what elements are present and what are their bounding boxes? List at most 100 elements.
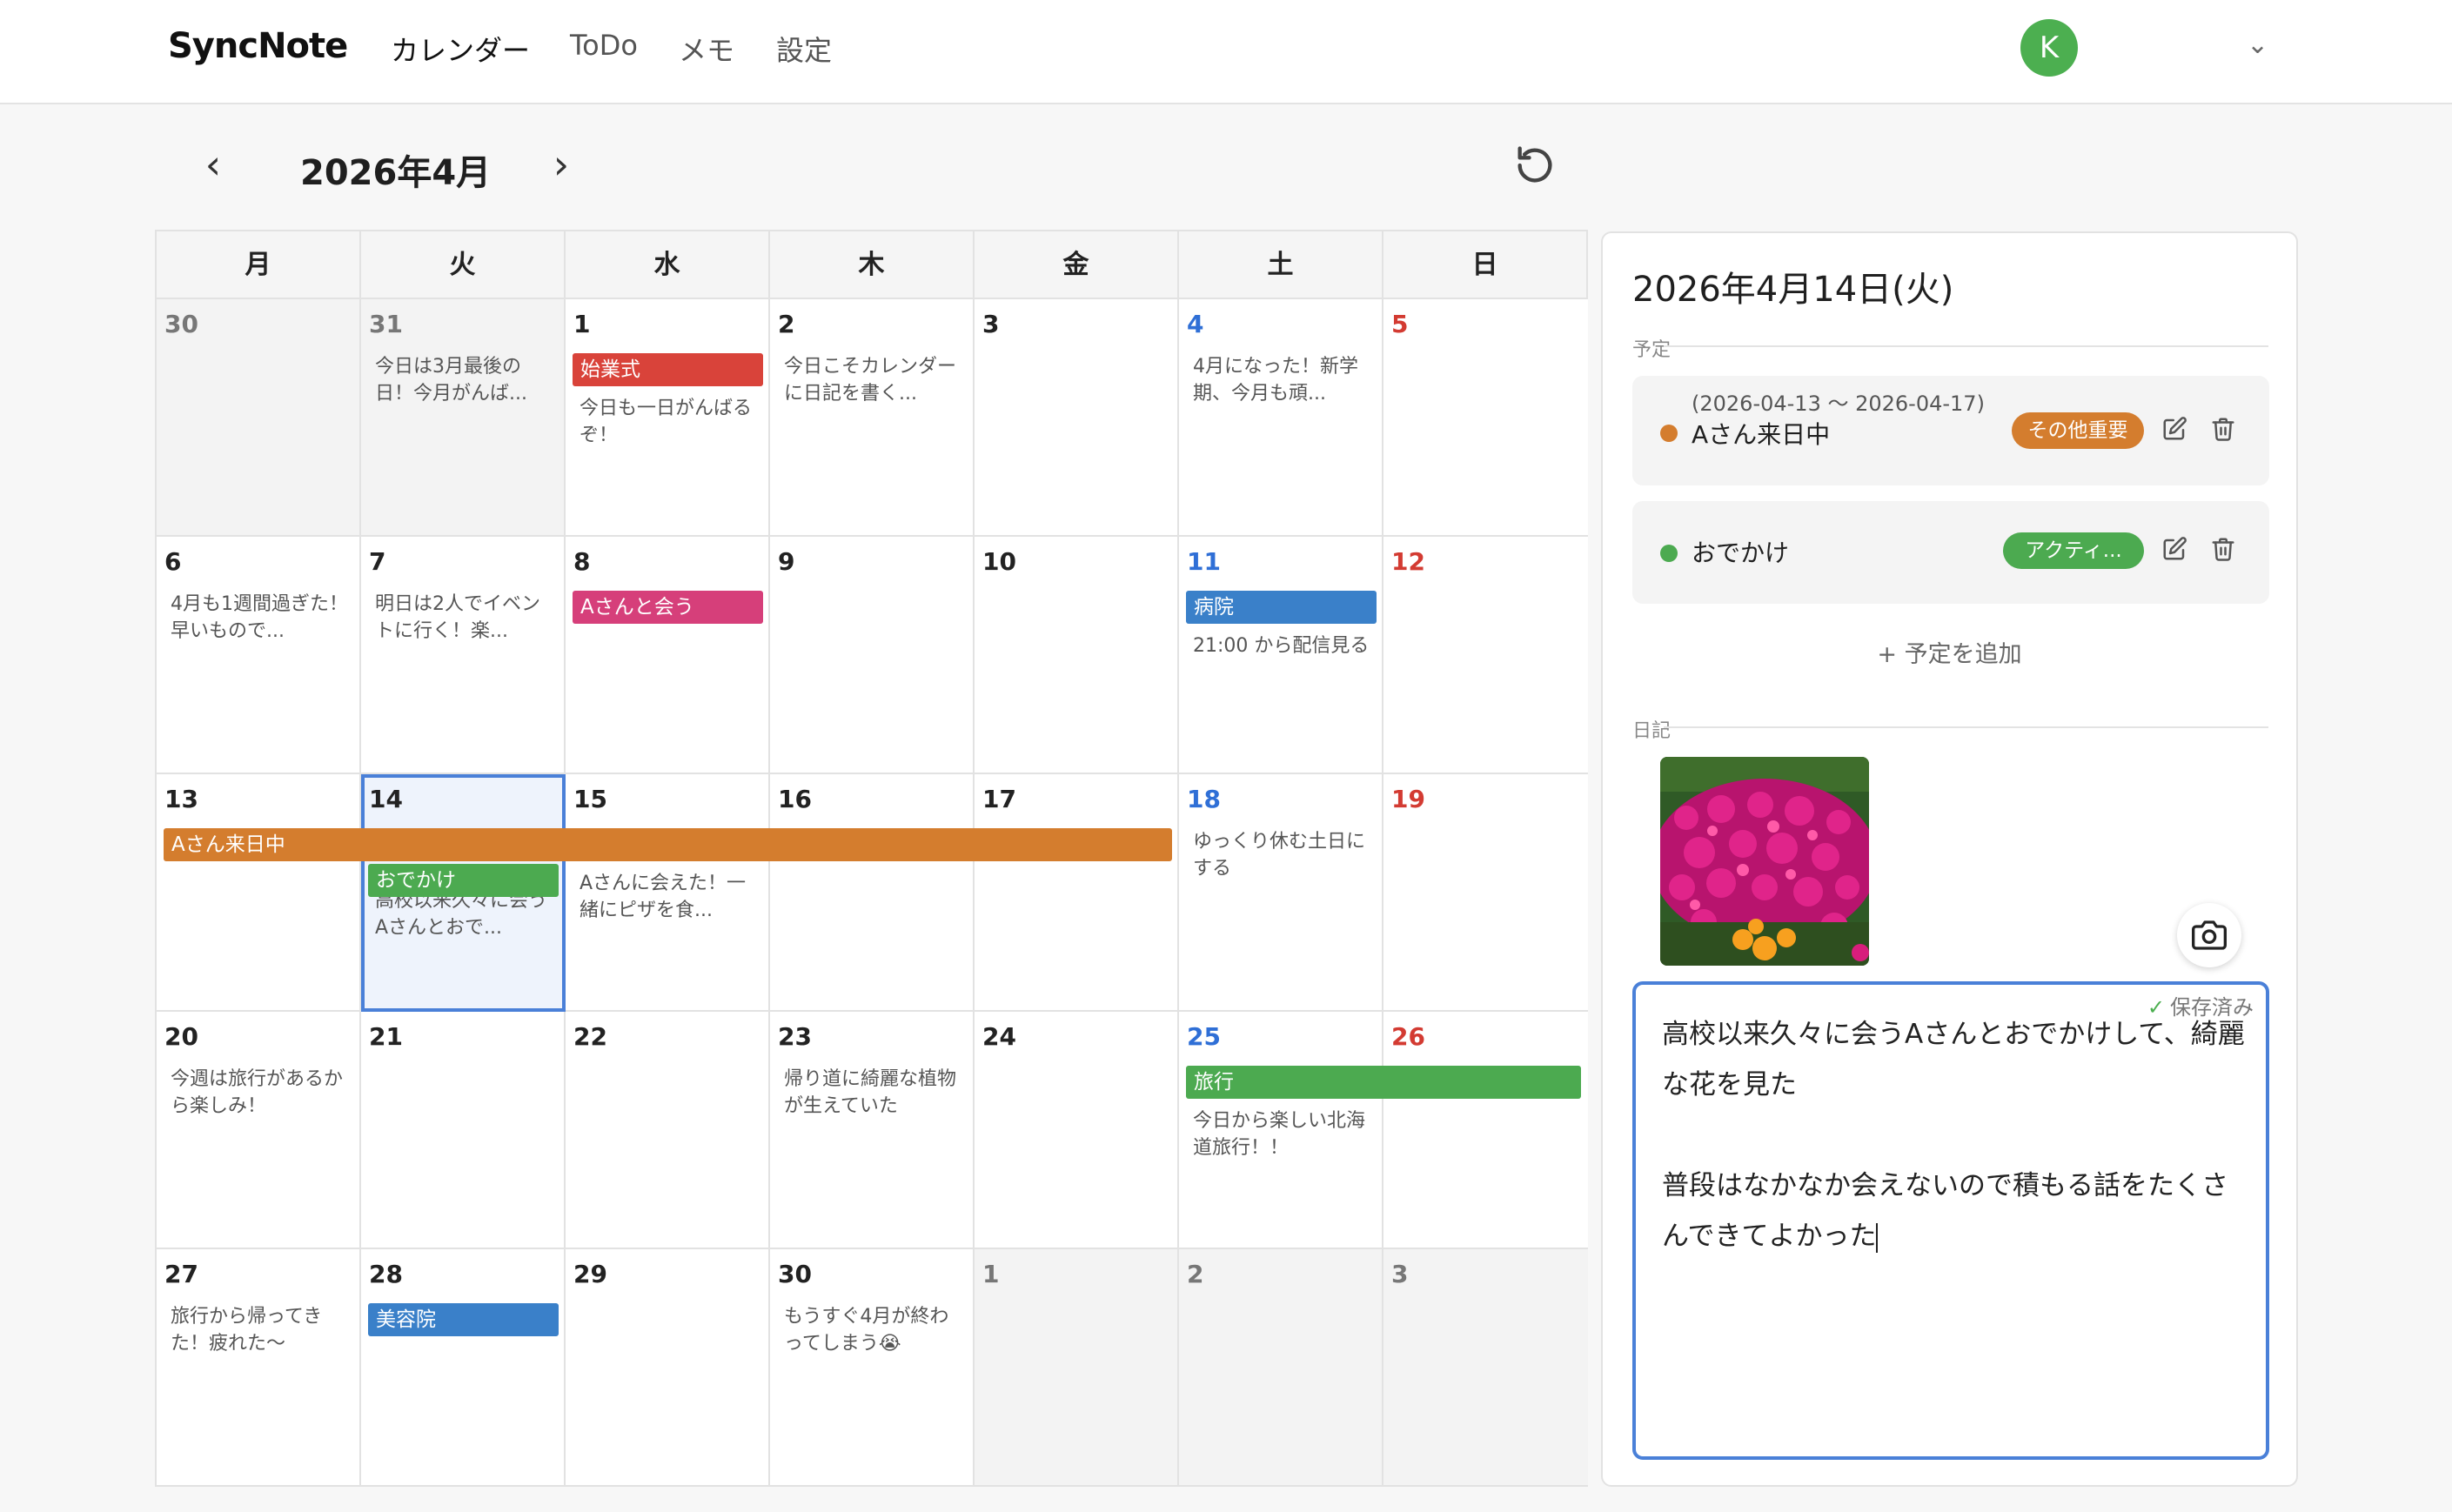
- day-cell[interactable]: 18 ゆっくり休む土日にする: [1179, 774, 1383, 1012]
- day-cell[interactable]: 20 今週は旅行があるから楽しみ！: [157, 1012, 361, 1249]
- day-number: 21: [369, 1022, 403, 1051]
- nav-todo[interactable]: ToDo: [570, 29, 638, 62]
- day-number: 7: [369, 547, 386, 576]
- diary-preview: 帰り道に綺麗な植物が生えていた: [784, 1068, 957, 1117]
- day-cell[interactable]: 1: [975, 1249, 1179, 1487]
- trash-icon[interactable]: [2210, 416, 2240, 445]
- day-cell[interactable]: 24: [975, 1012, 1179, 1249]
- calendar-grid: 月火水木金土日 30 31 今日は3月最後の日！今月がんば... 1 今日も一日がんばるぞ…: [155, 230, 1588, 1487]
- diary-preview: 今日から楽しい北海道旅行！！: [1193, 1110, 1366, 1159]
- day-number: 1: [573, 310, 591, 338]
- nav-memo[interactable]: メモ: [679, 29, 734, 69]
- day-number: 15: [573, 785, 607, 813]
- text-caret: [1876, 1222, 1879, 1253]
- day-number: 3: [982, 310, 1000, 338]
- day-cell[interactable]: 15 Aさんに会えた！一緒にピザを食...: [566, 774, 770, 1012]
- day-cell[interactable]: 19: [1383, 774, 1588, 1012]
- weekday-header: 火: [361, 231, 566, 299]
- calendar-event[interactable]: 旅行: [1186, 1066, 1581, 1099]
- day-number: 3: [1391, 1260, 1409, 1288]
- day-number: 6: [164, 547, 182, 576]
- day-cell[interactable]: 26: [1383, 1012, 1588, 1249]
- diary-photo[interactable]: [1660, 757, 1869, 966]
- calendar-event[interactable]: 美容院: [368, 1303, 559, 1336]
- day-cell[interactable]: 17: [975, 774, 1179, 1012]
- chevron-down-icon[interactable]: ⌄: [2247, 30, 2268, 60]
- diary-preview: 旅行から帰ってきた！疲れた〜: [171, 1306, 323, 1355]
- day-cell[interactable]: 13: [157, 774, 361, 1012]
- day-cell[interactable]: 23 帰り道に綺麗な植物が生えていた: [770, 1012, 975, 1249]
- day-cell[interactable]: 31 今日は3月最後の日！今月がんば...: [361, 299, 566, 537]
- day-cell[interactable]: 29: [566, 1249, 770, 1487]
- calendar-event[interactable]: Aさんと会う: [573, 591, 763, 624]
- diary-text-content: 高校以来久々に会うAさんとおでかけして、綺麗な花を見た 普段はなかなか会えないの…: [1662, 1019, 2245, 1252]
- brand-logo[interactable]: SyncNote: [168, 26, 348, 66]
- weekday-header: 水: [566, 231, 770, 299]
- diary-preview: 今日こそカレンダーに日記を書く...: [784, 356, 957, 405]
- day-cell[interactable]: 21: [361, 1012, 566, 1249]
- day-cell[interactable]: 8: [566, 537, 770, 774]
- day-number: 12: [1391, 547, 1425, 576]
- edit-icon[interactable]: [2161, 416, 2191, 445]
- day-cell[interactable]: 30: [157, 299, 361, 537]
- day-detail-panel: 2026年4月14日(火) 予定 (2026-04-13 〜 2026-04-1…: [1601, 231, 2298, 1487]
- day-cell[interactable]: 2: [1179, 1249, 1383, 1487]
- day-cell[interactable]: 3: [975, 299, 1179, 537]
- day-cell[interactable]: 9: [770, 537, 975, 774]
- day-cell[interactable]: 27 旅行から帰ってきた！疲れた〜: [157, 1249, 361, 1487]
- day-number: 1: [982, 1260, 1000, 1288]
- divider: [1664, 726, 2268, 728]
- day-cell[interactable]: 25 今日から楽しい北海道旅行！！: [1179, 1012, 1383, 1249]
- weekday-header: 日: [1383, 231, 1588, 299]
- day-cell[interactable]: 12: [1383, 537, 1588, 774]
- calendar-event[interactable]: 病院: [1186, 591, 1377, 624]
- day-number: 30: [778, 1260, 812, 1288]
- day-cell[interactable]: 28: [361, 1249, 566, 1487]
- day-number: 5: [1391, 310, 1409, 338]
- day-number: 19: [1391, 785, 1425, 813]
- day-cell[interactable]: 3: [1383, 1249, 1588, 1487]
- event-card[interactable]: (2026-04-13 〜 2026-04-17) Aさん来日中 その他重要: [1632, 376, 2269, 485]
- day-cell[interactable]: 16: [770, 774, 975, 1012]
- nav-settings[interactable]: 設定: [776, 29, 832, 69]
- diary-textarea[interactable]: ✓ 保存済み 高校以来久々に会うAさんとおでかけして、綺麗な花を見た 普段はなかな…: [1632, 981, 2269, 1460]
- chevron-left-icon[interactable]: ‹: [191, 143, 235, 186]
- day-number: 24: [982, 1022, 1016, 1051]
- avatar[interactable]: K: [2020, 19, 2078, 77]
- day-cell[interactable]: 11 21:00 から配信見る: [1179, 537, 1383, 774]
- day-cell[interactable]: 1 今日も一日がんばるぞ！: [566, 299, 770, 537]
- day-number: 25: [1187, 1022, 1221, 1051]
- diary-text[interactable]: 高校以来久々に会うAさんとおでかけして、綺麗な花を見た 普段はなかなか会えないの…: [1662, 1009, 2254, 1261]
- event-color-dot: [1660, 425, 1678, 442]
- event-title: Aさん来日中: [1692, 420, 1831, 449]
- day-number: 10: [982, 547, 1016, 576]
- diary-preview: 4月になった！新学期、今月も頑...: [1193, 356, 1358, 405]
- day-number: 4: [1187, 310, 1204, 338]
- diary-preview: 明日は2人でイベントに行く！楽...: [375, 593, 540, 642]
- day-cell[interactable]: 7 明日は2人でイベントに行く！楽...: [361, 537, 566, 774]
- add-event-button[interactable]: + 予定を追加: [1603, 635, 2296, 669]
- day-number: 27: [164, 1260, 198, 1288]
- day-cell[interactable]: 10: [975, 537, 1179, 774]
- edit-icon[interactable]: [2161, 536, 2191, 565]
- calendar-event[interactable]: Aさん来日中: [164, 828, 1172, 861]
- chevron-right-icon[interactable]: ›: [539, 143, 583, 186]
- day-cell[interactable]: 2 今日こそカレンダーに日記を書く...: [770, 299, 975, 537]
- day-cell[interactable]: 5: [1383, 299, 1588, 537]
- day-cell[interactable]: 6 4月も1週間過ぎた！早いもので...: [157, 537, 361, 774]
- event-card[interactable]: おでかけ アクティ...: [1632, 501, 2269, 604]
- day-cell[interactable]: 30 もうすぐ4月が終わってしまう😭: [770, 1249, 975, 1487]
- day-number: 29: [573, 1260, 607, 1288]
- day-number: 26: [1391, 1022, 1425, 1051]
- refresh-icon[interactable]: [1512, 143, 1558, 188]
- camera-icon[interactable]: [2177, 903, 2241, 967]
- calendar-event[interactable]: おでかけ: [368, 864, 559, 897]
- day-cell[interactable]: 22: [566, 1012, 770, 1249]
- diary-preview: 今日も一日がんばるぞ！: [580, 398, 753, 446]
- day-number: 17: [982, 785, 1016, 813]
- day-number: 9: [778, 547, 795, 576]
- day-cell[interactable]: 4 4月になった！新学期、今月も頑...: [1179, 299, 1383, 537]
- nav-calendar[interactable]: カレンダー: [391, 29, 530, 69]
- trash-icon[interactable]: [2210, 536, 2240, 565]
- calendar-event[interactable]: 始業式: [573, 353, 763, 386]
